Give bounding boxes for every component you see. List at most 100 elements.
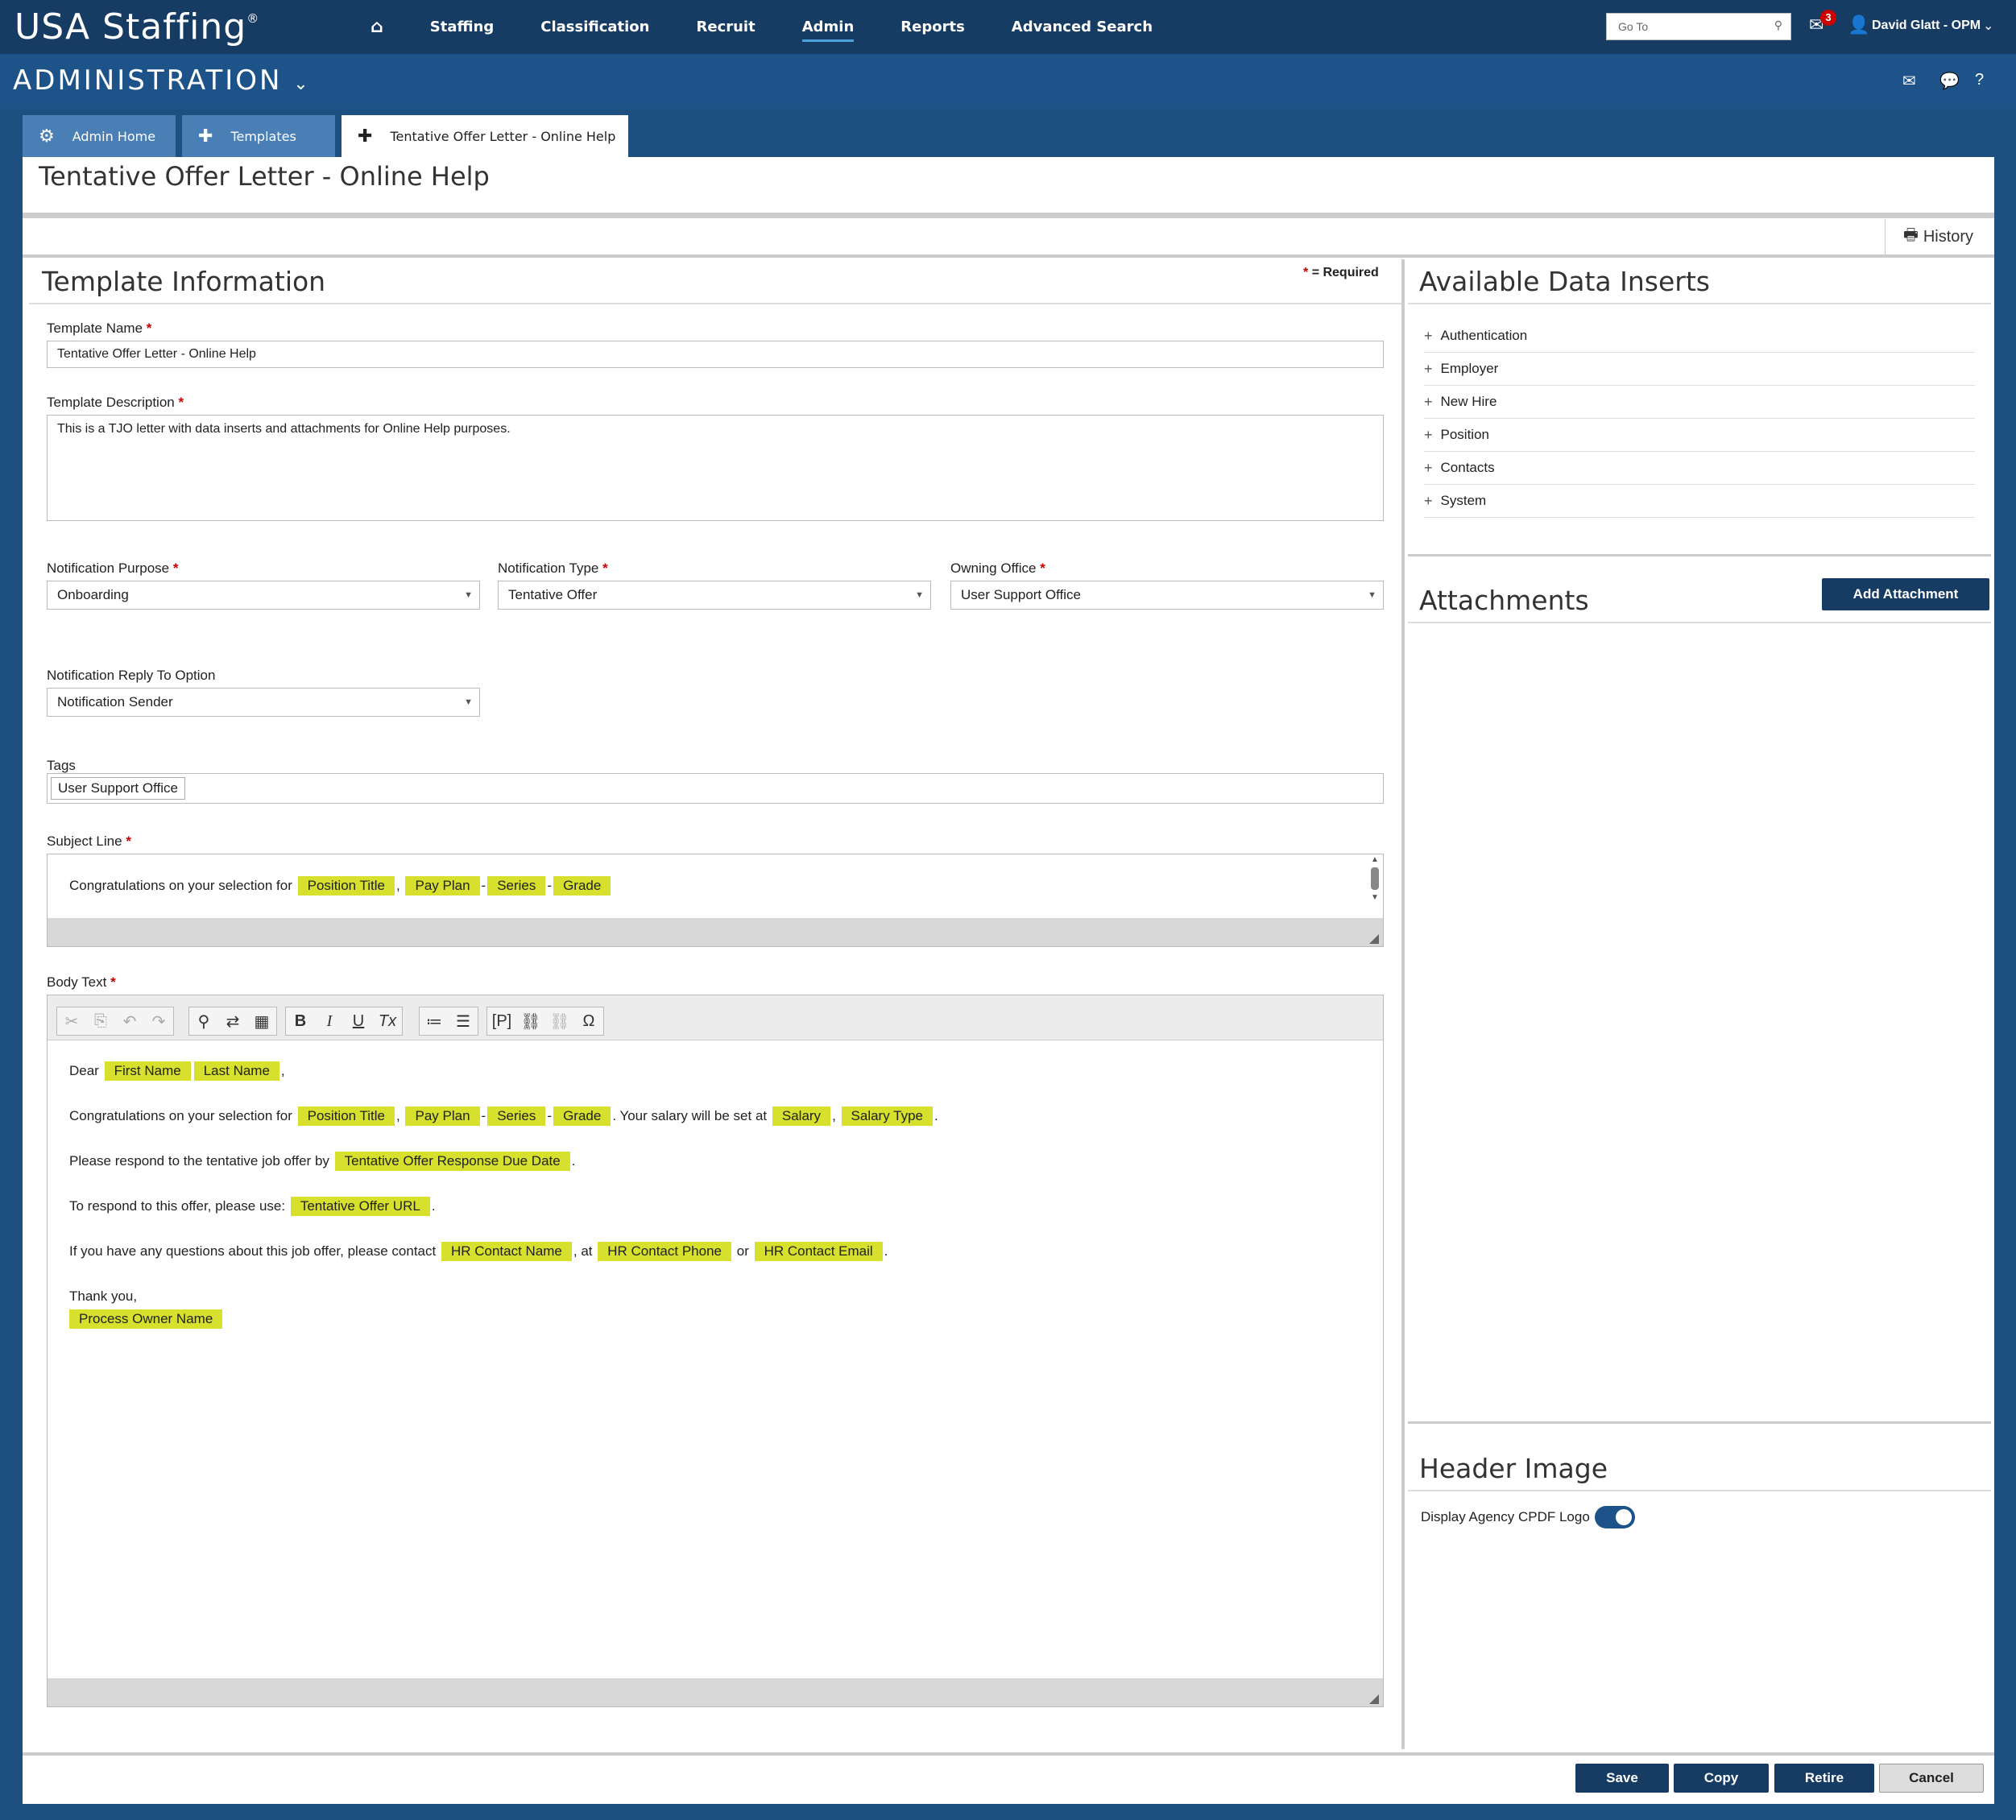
- body-line-greeting[interactable]: Dear First Name Last Name,: [69, 1061, 285, 1081]
- data-insert-contacts[interactable]: + Contacts: [1424, 452, 1975, 485]
- data-insert-chip[interactable]: Grade: [553, 876, 611, 896]
- tab-admin-home[interactable]: ⚙ Admin Home: [23, 115, 176, 157]
- underline-icon[interactable]: U: [344, 1012, 373, 1031]
- body-line-contact[interactable]: If you have any questions about this job…: [69, 1242, 888, 1261]
- section-title[interactable]: ADMINISTRATION ⌄: [13, 64, 311, 97]
- data-insert-position[interactable]: + Position: [1424, 419, 1975, 452]
- body-line-congrats[interactable]: Congratulations on your selection for Po…: [69, 1106, 938, 1126]
- italic-icon[interactable]: I: [315, 1012, 344, 1031]
- text-run: -: [481, 1108, 486, 1123]
- data-insert-system[interactable]: + System: [1424, 485, 1975, 518]
- data-insert-chip[interactable]: Pay Plan: [405, 876, 480, 896]
- numbered-list-icon[interactable]: ≔: [420, 1011, 449, 1032]
- owning-office-select[interactable]: User Support Office ▼: [950, 581, 1384, 610]
- data-insert-label: Authentication: [1440, 328, 1528, 343]
- history-label: History: [1923, 227, 1974, 246]
- paragraph-icon[interactable]: [P]: [487, 1012, 516, 1031]
- data-insert-chip[interactable]: Process Owner Name: [69, 1309, 223, 1329]
- copy-button[interactable]: Copy: [1674, 1764, 1769, 1793]
- remove-format-icon[interactable]: Tx: [373, 1012, 402, 1031]
- text-run: or: [736, 1243, 749, 1259]
- data-insert-chip[interactable]: Tentative Offer URL: [290, 1197, 430, 1216]
- chevron-down-icon[interactable]: ⌄: [1983, 18, 1993, 34]
- data-insert-chip[interactable]: Position Title: [297, 1106, 395, 1126]
- scrollbar-thumb[interactable]: [1371, 867, 1379, 890]
- data-insert-chip[interactable]: HR Contact Phone: [598, 1242, 731, 1261]
- body-line-thanks[interactable]: Thank you,: [69, 1288, 137, 1305]
- tab-current-template[interactable]: ✚ Tentative Offer Letter - Online Help: [342, 115, 628, 157]
- inbox-icon[interactable]: ✉: [1902, 71, 1916, 91]
- retire-button[interactable]: Retire: [1774, 1764, 1874, 1793]
- data-insert-chip[interactable]: Series: [487, 1106, 546, 1126]
- add-attachment-button[interactable]: Add Attachment: [1822, 578, 1989, 610]
- logo-text: USA Staffing: [14, 6, 247, 48]
- link-icon[interactable]: ⛓: [516, 1011, 545, 1032]
- cpdf-logo-toggle[interactable]: [1595, 1506, 1635, 1528]
- data-insert-chip[interactable]: Series: [487, 876, 546, 896]
- history-button[interactable]: 🖶 History: [1885, 219, 1991, 254]
- data-insert-chip[interactable]: Grade: [553, 1106, 611, 1126]
- nav-advanced-search[interactable]: Advanced Search: [1012, 19, 1153, 35]
- nav-recruit[interactable]: Recruit: [697, 19, 755, 35]
- data-insert-new-hire[interactable]: + New Hire: [1424, 386, 1975, 419]
- nav-classification[interactable]: Classification: [540, 19, 649, 35]
- chat-icon[interactable]: 💬: [1939, 71, 1960, 91]
- section-title-text: ADMINISTRATION: [13, 64, 283, 97]
- body-editor[interactable]: [47, 995, 1384, 1707]
- tab-templates[interactable]: ✚ Templates: [182, 115, 335, 157]
- search-icon[interactable]: ⚲: [1774, 19, 1782, 32]
- help-icon[interactable]: ?: [1975, 71, 1984, 89]
- cancel-button[interactable]: Cancel: [1879, 1764, 1984, 1793]
- select-all-icon[interactable]: ▦: [247, 1011, 276, 1032]
- special-char-icon[interactable]: Ω: [574, 1012, 603, 1031]
- cut-icon[interactable]: ✂: [57, 1011, 86, 1032]
- save-button[interactable]: Save: [1575, 1764, 1669, 1793]
- unlink-icon[interactable]: ⛓: [545, 1011, 574, 1032]
- nav-reports[interactable]: Reports: [900, 19, 965, 35]
- replace-icon[interactable]: ⇄: [218, 1011, 247, 1032]
- data-insert-chip[interactable]: Salary Type: [841, 1106, 933, 1126]
- data-insert-employer[interactable]: + Employer: [1424, 353, 1975, 386]
- reply-option-select[interactable]: Notification Sender ▼: [47, 688, 480, 717]
- body-line-url[interactable]: To respond to this offer, please use: Te…: [69, 1197, 436, 1216]
- data-insert-authentication[interactable]: + Authentication: [1424, 320, 1975, 353]
- home-icon[interactable]: ⌂: [370, 17, 383, 37]
- nav-admin[interactable]: Admin: [801, 19, 854, 42]
- data-insert-chip[interactable]: Tentative Offer Response Due Date: [334, 1152, 570, 1171]
- bullet-list-icon[interactable]: ☰: [449, 1011, 478, 1032]
- usa-staffing-logo[interactable]: USA Staffing®: [14, 6, 259, 48]
- gear-icon: ⚙: [39, 126, 55, 147]
- tags-input[interactable]: User Support Office: [47, 773, 1384, 804]
- resize-handle[interactable]: [1369, 1694, 1379, 1704]
- data-insert-chip[interactable]: Last Name: [193, 1061, 279, 1081]
- dropdown-arrow-icon: ▼: [915, 590, 924, 600]
- data-insert-chip[interactable]: Position Title: [297, 876, 395, 896]
- plus-icon: +: [1424, 327, 1433, 344]
- redo-icon[interactable]: ↷: [144, 1011, 173, 1032]
- bold-icon[interactable]: B: [286, 1012, 315, 1031]
- user-menu[interactable]: David Glatt - OPM: [1872, 19, 1981, 33]
- data-insert-chip[interactable]: First Name: [104, 1061, 191, 1081]
- resize-handle[interactable]: [1369, 934, 1379, 944]
- data-insert-chip[interactable]: Salary: [772, 1106, 831, 1126]
- find-icon[interactable]: ⚲: [189, 1011, 218, 1032]
- data-insert-chip[interactable]: Pay Plan: [405, 1106, 480, 1126]
- notification-purpose-select[interactable]: Onboarding ▼: [47, 581, 480, 610]
- template-description-textarea[interactable]: This is a TJO letter with data inserts a…: [47, 415, 1384, 521]
- copy-icon[interactable]: ⎘: [86, 1012, 115, 1031]
- plus-icon: +: [1424, 360, 1433, 377]
- tag-chip[interactable]: User Support Office: [51, 777, 185, 800]
- template-name-input[interactable]: Tentative Offer Letter - Online Help: [47, 341, 1384, 368]
- subject-text[interactable]: Congratulations on your selection for Po…: [69, 876, 612, 896]
- owning-office-label: Owning Office *: [950, 560, 1045, 576]
- undo-icon[interactable]: ↶: [115, 1011, 144, 1032]
- data-insert-chip[interactable]: HR Contact Email: [754, 1242, 883, 1261]
- body-line-respond-by[interactable]: Please respond to the tentative job offe…: [69, 1152, 575, 1171]
- notification-type-select[interactable]: Tentative Offer ▼: [498, 581, 931, 610]
- goto-input[interactable]: Go To ⚲: [1606, 13, 1791, 40]
- printer-icon: 🖶: [1902, 226, 1919, 244]
- body-line-signature[interactable]: Process Owner Name: [68, 1309, 224, 1329]
- subject-scrollbar[interactable]: ▲ ▼: [1369, 855, 1381, 916]
- nav-staffing[interactable]: Staffing: [430, 19, 495, 35]
- data-insert-chip[interactable]: HR Contact Name: [441, 1242, 572, 1261]
